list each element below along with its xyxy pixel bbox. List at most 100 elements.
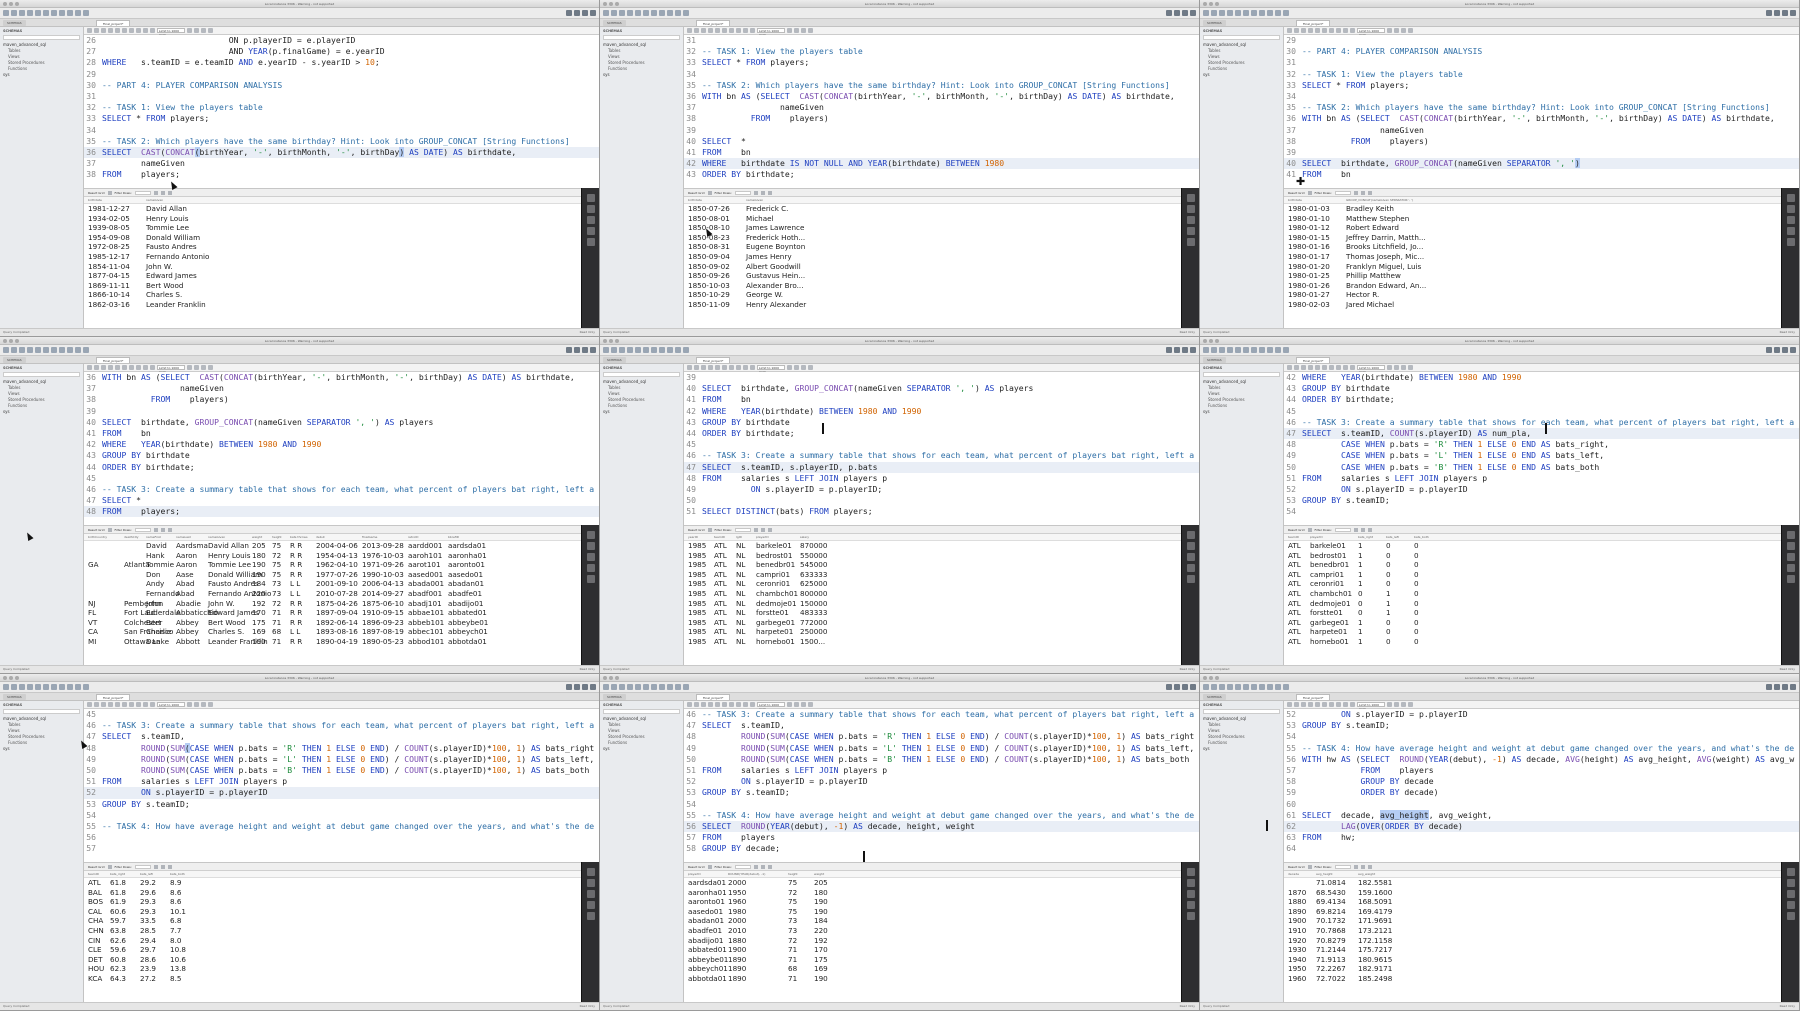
table-cell[interactable]: CHN — [88, 926, 110, 936]
open-file-icon[interactable] — [87, 28, 92, 33]
table-cell[interactable]: 175.7217 — [1358, 945, 1406, 955]
sql-editor[interactable]: 29 30 -- PART 4: PLAYER COMPARISON ANALYSI… — [1284, 35, 1799, 188]
result-column-header[interactable]: birthCountry — [84, 534, 120, 540]
table-row[interactable]: 1869-11-11 Bert Wood — [84, 281, 581, 291]
rollback-icon[interactable] — [743, 702, 748, 707]
table-cell[interactable]: Michael — [746, 214, 866, 224]
table-cell[interactable]: Tommie Lee — [146, 223, 266, 233]
table-cell[interactable]: ATL — [1288, 627, 1310, 637]
table-cell[interactable]: 10.1 — [170, 907, 200, 917]
new-sql-tab-icon[interactable] — [603, 10, 609, 16]
result-column-header[interactable]: bats_both — [166, 871, 196, 877]
result-grid-view-icon[interactable] — [586, 531, 595, 539]
query-stats-icon[interactable] — [1186, 564, 1195, 572]
table-row[interactable]: 1981-12-27 David Allan — [84, 204, 581, 214]
table-row[interactable]: 1850-10-29 George W. — [684, 290, 1181, 300]
open-sql-file-icon[interactable] — [1211, 10, 1217, 16]
filter-rows-input[interactable] — [734, 864, 751, 869]
table-cell[interactable]: 28.6 — [140, 955, 170, 965]
stop-icon[interactable] — [722, 365, 727, 370]
table-cell[interactable]: 1920 — [1288, 936, 1316, 946]
execute-icon[interactable] — [1301, 28, 1306, 33]
result-column-header[interactable]: deathCity — [120, 534, 142, 540]
table-cell[interactable]: Bradley Keith — [1346, 204, 1476, 214]
table-cell[interactable]: 75 — [788, 907, 814, 917]
table-cell[interactable]: 2014-09-27 — [362, 589, 408, 599]
export-icon[interactable] — [1360, 190, 1365, 195]
table-cell[interactable]: 63.8 — [110, 926, 140, 936]
search-table-data-icon[interactable] — [1275, 10, 1281, 16]
table-cell[interactable]: 71 — [788, 955, 814, 965]
table-row[interactable]: 1850-08-10 James Lawrence — [684, 223, 1181, 233]
explain-icon[interactable] — [115, 28, 120, 33]
table-row[interactable]: BAL 61.8 29.6 8.6 — [84, 888, 581, 898]
open-sql-script-icon[interactable] — [619, 347, 625, 353]
table-cell[interactable]: ATL — [714, 608, 736, 618]
table-cell[interactable]: 0 — [1386, 551, 1414, 561]
table-cell[interactable]: ATL — [714, 627, 736, 637]
table-cell[interactable]: abbeych01 — [688, 964, 728, 974]
limit-rows-select[interactable]: Limit to 1000 rows — [757, 702, 785, 711]
table-cell[interactable]: 190 — [252, 560, 272, 570]
limit-rows-select[interactable]: Limit to 1000 rows — [757, 28, 785, 37]
table-cell[interactable]: abada001 — [408, 579, 448, 589]
table-cell[interactable]: Gustavus Hein... — [746, 271, 866, 281]
table-cell[interactable]: 205 — [814, 878, 840, 888]
form-editor-icon[interactable] — [586, 879, 595, 887]
save-file-icon[interactable] — [694, 28, 699, 33]
beautify-icon[interactable] — [1387, 365, 1392, 370]
result-column-header[interactable]: nameFirst — [142, 534, 172, 540]
table-cell[interactable]: NL — [736, 618, 756, 628]
result-grid[interactable]: playerID ROUND(YEAR(debut), -1) height weig… — [684, 871, 1181, 1002]
filter-rows-input[interactable] — [134, 190, 151, 195]
filter-objects-input[interactable] — [1203, 709, 1280, 714]
table-cell[interactable]: NL — [736, 599, 756, 609]
table-cell[interactable]: ATL — [1288, 579, 1310, 589]
tab-query[interactable]: Final_project* — [696, 357, 731, 363]
table-cell[interactable]: ATL — [1288, 599, 1310, 609]
filter-rows-input[interactable] — [734, 190, 751, 195]
search-table-data-icon[interactable] — [75, 684, 81, 690]
search-table-data-icon[interactable] — [75, 347, 81, 353]
table-cell[interactable]: aardd001 — [408, 541, 448, 551]
table-cell[interactable]: 28.5 — [140, 926, 170, 936]
table-cell[interactable]: 61.8 — [110, 878, 140, 888]
table-cell[interactable]: 71 — [788, 945, 814, 955]
grid-view-icon[interactable] — [707, 190, 712, 195]
word-wrap-icon[interactable] — [1408, 365, 1413, 370]
table-row[interactable]: 1850-09-02 Albert Goodwill — [684, 262, 1181, 272]
minimize-window-button[interactable] — [1209, 2, 1213, 6]
wrap-cell-icon[interactable] — [767, 864, 772, 869]
table-cell[interactable]: 29.3 — [140, 897, 170, 907]
minimize-window-button[interactable] — [609, 339, 613, 343]
table-cell[interactable]: ATL — [714, 637, 736, 647]
table-cell[interactable]: 1980-01-25 — [1288, 271, 1346, 281]
table-cell[interactable]: 62.3 — [110, 964, 140, 974]
table-row[interactable]: 1870 68.5430 159.1600 — [1284, 888, 1781, 898]
toggle-secondary-sidebar-icon[interactable] — [1790, 347, 1796, 353]
reconnect-icon[interactable] — [1283, 347, 1289, 353]
rollback-icon[interactable] — [143, 365, 148, 370]
table-cell[interactable]: abadf001 — [408, 589, 448, 599]
toggle-continue-icon[interactable] — [129, 28, 134, 33]
table-cell[interactable]: 70.1732 — [1316, 916, 1358, 926]
table-cell[interactable]: 71 — [788, 974, 814, 984]
new-sql-tab-icon[interactable] — [1203, 684, 1209, 690]
result-column-header[interactable]: ROUND(YEAR(debut), -1) — [724, 871, 784, 877]
reconnect-icon[interactable] — [83, 347, 89, 353]
table-cell[interactable]: 1 — [1358, 618, 1386, 628]
schema-tree-item[interactable]: sys — [1203, 72, 1280, 78]
table-cell[interactable]: 250000 — [800, 627, 840, 637]
table-cell[interactable]: 1985 — [688, 618, 714, 628]
table-cell[interactable]: Henry Louis — [146, 214, 266, 224]
toggle-continue-icon[interactable] — [1329, 28, 1334, 33]
table-cell[interactable]: R R — [290, 637, 316, 647]
autocommit-icon[interactable] — [750, 365, 755, 370]
commit-icon[interactable] — [736, 28, 741, 33]
close-window-button[interactable] — [3, 2, 7, 6]
result-column-header[interactable]: nameGiven — [142, 197, 262, 203]
table-cell[interactable]: 0 — [1358, 608, 1386, 618]
table-cell[interactable]: Abad — [176, 579, 208, 589]
export-icon[interactable] — [1360, 864, 1365, 869]
tab-navigator-schemas[interactable]: SCHEMAS — [1203, 20, 1226, 26]
